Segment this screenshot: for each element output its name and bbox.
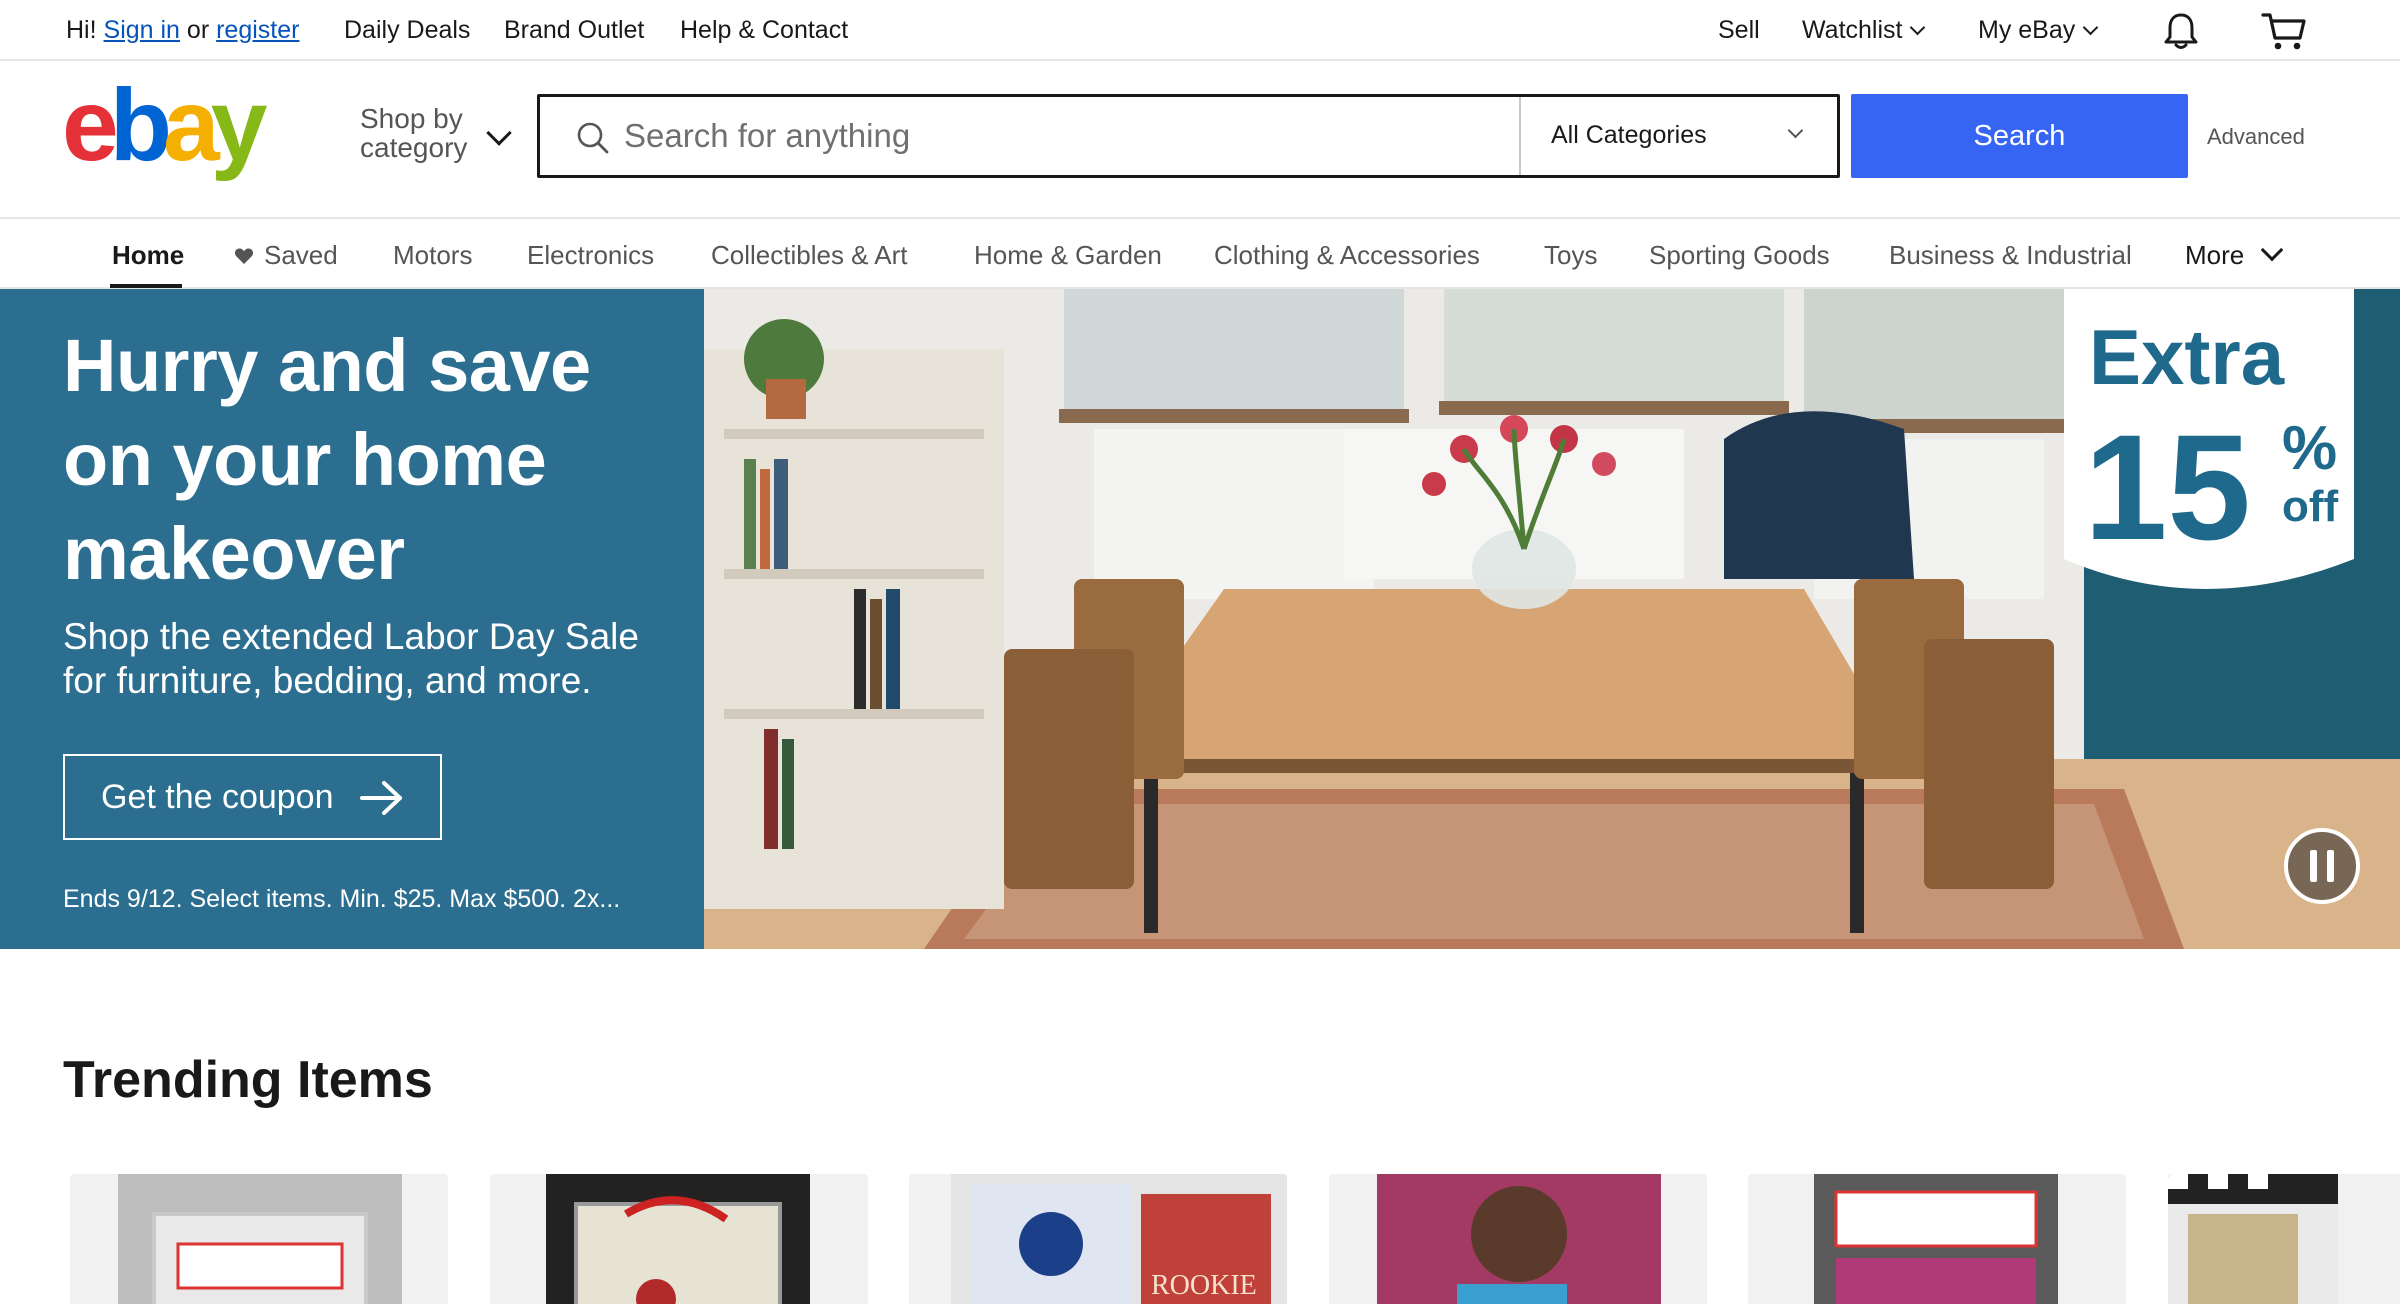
my-ebay-label: My eBay	[1978, 16, 2076, 44]
watchlist-menu[interactable]: Watchlist	[1802, 14, 1926, 46]
help-contact-link[interactable]: Help & Contact	[680, 14, 848, 46]
shop-by-label: Shop by	[360, 103, 463, 134]
tab-toys[interactable]: Toys	[1544, 239, 1597, 271]
tab-home[interactable]: Home	[112, 239, 184, 271]
tab-saved[interactable]: Saved	[234, 239, 338, 271]
trending-items-carousel: ROOKIE	[0, 1170, 2400, 1304]
trending-item-card[interactable]	[1329, 1174, 1707, 1304]
badge-extra: Extra	[2089, 313, 2285, 401]
tab-motors[interactable]: Motors	[393, 239, 472, 271]
tab-more[interactable]: More	[2185, 238, 2284, 271]
bell-icon[interactable]	[2160, 10, 2202, 52]
tab-home-garden[interactable]: Home & Garden	[974, 239, 1162, 271]
tab-saved-label: Saved	[264, 240, 338, 270]
ebay-logo[interactable]: ebay	[62, 84, 302, 186]
get-coupon-button[interactable]: Get the coupon	[63, 754, 442, 840]
daily-deals-link[interactable]: Daily Deals	[344, 14, 470, 46]
search-input[interactable]	[624, 113, 1524, 159]
pause-icon[interactable]	[2282, 826, 2362, 906]
tab-business-industrial[interactable]: Business & Industrial	[1889, 239, 2132, 271]
my-ebay-menu[interactable]: My eBay	[1978, 14, 2099, 46]
trending-items-heading: Trending Items	[63, 1051, 433, 1109]
brand-outlet-link[interactable]: Brand Outlet	[504, 14, 644, 46]
graded-card-image	[1814, 1174, 2058, 1304]
hero-banner: Hurry and save on your home makeover Sho…	[0, 289, 2400, 949]
chevron-down-icon	[1910, 19, 1926, 36]
graded-card-image	[118, 1174, 402, 1304]
chevron-down-icon	[2260, 238, 2284, 262]
trending-item-card[interactable]	[1748, 1174, 2126, 1304]
search-button[interactable]: Search	[1851, 94, 2188, 178]
or-text: or	[186, 16, 210, 44]
graded-card-image: ROOKIE	[951, 1174, 1287, 1304]
tab-sporting-goods[interactable]: Sporting Goods	[1649, 239, 1830, 271]
tab-electronics[interactable]: Electronics	[527, 239, 654, 271]
trending-item-card[interactable]	[2168, 1174, 2400, 1304]
badge-number: 15	[2084, 403, 2251, 571]
register-link[interactable]: register	[216, 16, 299, 44]
trending-item-card[interactable]	[70, 1174, 448, 1304]
trending-item-card[interactable]: ROOKIE	[909, 1174, 1287, 1304]
chevron-down-icon	[1787, 122, 1804, 139]
active-tab-indicator	[110, 284, 182, 288]
arrow-right-icon	[360, 781, 402, 815]
hero-text-panel: Hurry and save on your home makeover Sho…	[0, 289, 704, 949]
greeting-text: Hi!	[66, 16, 97, 44]
badge-off: off	[2282, 482, 2339, 531]
shop-by-category-button[interactable]: Shop by category	[360, 104, 467, 162]
advanced-search-link[interactable]: Advanced	[2207, 124, 2305, 150]
svg-text:ebay: ebay	[62, 84, 268, 182]
sell-link[interactable]: Sell	[1718, 14, 1760, 46]
heart-icon	[234, 248, 254, 264]
greeting: Hi! Sign in or register	[66, 14, 299, 46]
hero-subtitle: Shop the extended Labor Day Sale for fur…	[63, 616, 639, 701]
category-select-value: All Categories	[1551, 121, 1707, 149]
hero-title: Hurry and save on your home makeover	[63, 324, 591, 595]
search-bar: All Categories	[537, 94, 1840, 178]
svg-text:ROOKIE: ROOKIE	[1151, 1270, 1257, 1301]
get-coupon-label: Get the coupon	[101, 777, 334, 816]
hero-fine-print: Ends 9/12. Select items. Min. $25. Max $…	[63, 885, 621, 913]
graded-card-image	[1377, 1174, 1661, 1304]
search-icon	[577, 122, 609, 154]
tab-clothing-accessories[interactable]: Clothing & Accessories	[1214, 239, 1480, 271]
chevron-down-icon	[2082, 19, 2099, 36]
dining-room-illustration: Extra 15 % off	[704, 289, 2400, 949]
sign-in-link[interactable]: Sign in	[104, 16, 180, 44]
cart-icon[interactable]	[2260, 10, 2308, 52]
watchlist-label: Watchlist	[1802, 16, 1903, 44]
trending-item-card[interactable]	[490, 1174, 868, 1304]
category-nav: Home Saved Motors Electronics Collectibl…	[0, 217, 2400, 289]
tab-more-label: More	[2185, 240, 2245, 270]
hero-room-image[interactable]: Extra 15 % off	[704, 289, 2400, 949]
chevron-down-icon[interactable]	[486, 120, 512, 146]
category-select[interactable]: All Categories	[1519, 97, 1837, 175]
graded-card-image	[2168, 1174, 2338, 1304]
badge-percent: %	[2282, 414, 2337, 483]
top-utility-bar: Hi! Sign in or register Daily Deals Bran…	[0, 0, 2400, 61]
tab-collectibles-art[interactable]: Collectibles & Art	[711, 239, 908, 271]
category-label: category	[360, 132, 468, 163]
graded-card-image	[546, 1174, 810, 1304]
